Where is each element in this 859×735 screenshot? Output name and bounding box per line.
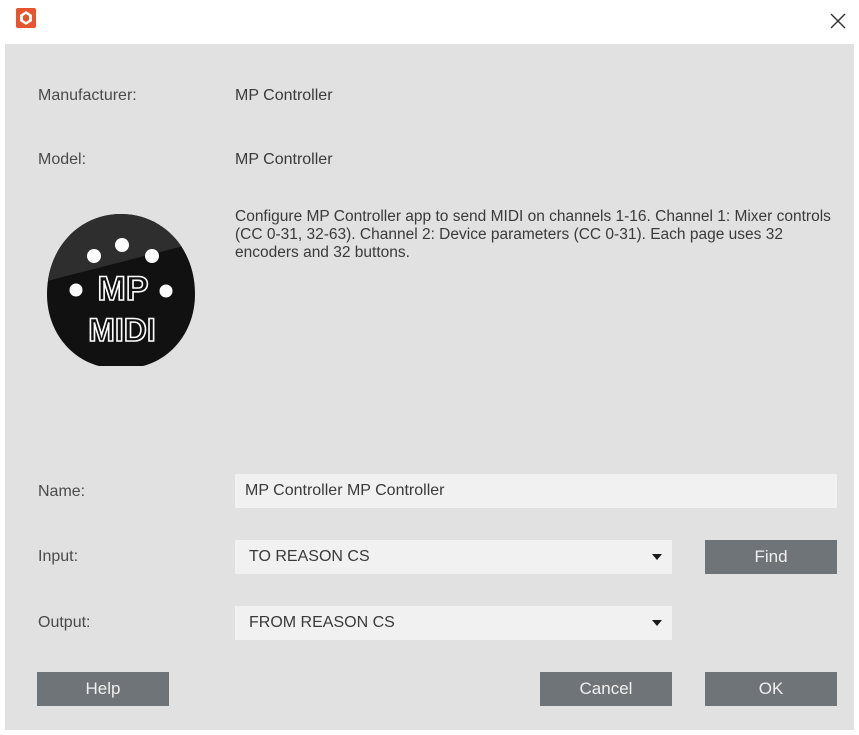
output-port-value: FROM REASON CS (249, 614, 395, 631)
input-port-value: TO REASON CS (249, 548, 370, 565)
help-button[interactable]: Help (37, 672, 169, 706)
manufacturer-value: MP Controller (235, 87, 333, 104)
name-input[interactable]: MP Controller MP Controller (235, 474, 837, 508)
mp-midi-logo: MP MIDI (43, 212, 199, 372)
logo-text-mp: MP (98, 270, 149, 308)
controller-setup-dialog: Manufacturer: MP Controller Model: MP Co… (0, 0, 859, 735)
model-value: MP Controller (235, 151, 333, 168)
chevron-down-icon (652, 620, 662, 626)
title-bar (0, 0, 859, 44)
input-label: Input: (38, 548, 79, 565)
logo-text-midi: MIDI (88, 312, 156, 348)
close-icon (830, 13, 846, 29)
device-description: Configure MP Controller app to send MIDI… (235, 208, 831, 261)
reason-app-icon (16, 8, 36, 28)
find-button[interactable]: Find (705, 540, 837, 574)
output-label: Output: (38, 614, 91, 631)
close-button[interactable] (823, 5, 853, 35)
cancel-button[interactable]: Cancel (540, 672, 672, 706)
manufacturer-label: Manufacturer: (38, 87, 137, 104)
chevron-down-icon (652, 554, 662, 560)
model-label: Model: (38, 151, 87, 168)
ok-button[interactable]: OK (705, 672, 837, 706)
dialog-body: Manufacturer: MP Controller Model: MP Co… (5, 44, 854, 730)
output-port-dropdown[interactable]: FROM REASON CS (235, 606, 672, 640)
input-port-dropdown[interactable]: TO REASON CS (235, 540, 672, 574)
name-label: Name: (38, 483, 86, 500)
